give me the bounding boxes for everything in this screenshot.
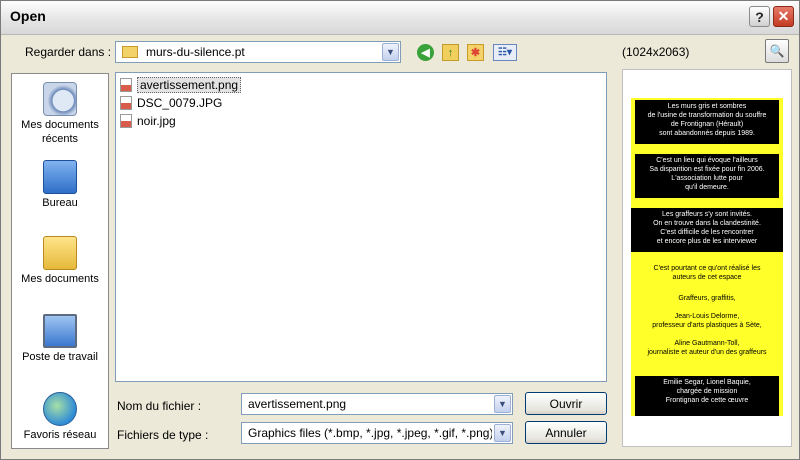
- desktop-icon: [43, 160, 77, 194]
- recent-documents-icon: [43, 82, 77, 116]
- place-label: Mes documents récents: [21, 119, 99, 145]
- preview-text-block: C'est un lieu qui évoque l'ailleurs Sa d…: [635, 154, 779, 198]
- place-label: Favoris réseau: [23, 429, 97, 441]
- cancel-button[interactable]: Annuler: [525, 421, 607, 444]
- preview-text: Les murs gris et sombres de l'usine de t…: [647, 103, 767, 137]
- file-name: avertissement.png: [137, 77, 242, 93]
- filetype-label: Fichiers de type :: [117, 428, 209, 442]
- place-label: Bureau: [42, 197, 78, 209]
- filename-value: avertissement.png: [248, 397, 347, 411]
- image-preview-pane: Les murs gris et sombres de l'usine de t…: [622, 69, 792, 447]
- file-item[interactable]: noir.jpg: [120, 113, 176, 129]
- file-name: noir.jpg: [137, 114, 176, 128]
- look-in-label: Regarder dans :: [25, 45, 112, 59]
- file-item[interactable]: avertissement.png: [120, 77, 242, 93]
- open-dialog: Open ? ✕ Regarder dans : murs-du-silence…: [0, 0, 800, 460]
- folder-icon: [122, 46, 138, 58]
- network-places-icon: [43, 392, 77, 426]
- place-label: Poste de travail: [22, 351, 98, 363]
- filetype-value: Graphics files (*.bmp, *.jpg, *.jpeg, *.…: [248, 426, 492, 440]
- back-icon[interactable]: ◀: [417, 44, 434, 61]
- chevron-down-icon[interactable]: ▼: [382, 43, 399, 61]
- current-folder: murs-du-silence.pt: [146, 45, 245, 59]
- filetype-select[interactable]: Graphics files (*.bmp, *.jpg, *.jpeg, *.…: [241, 422, 513, 444]
- open-button[interactable]: Ouvrir: [525, 392, 607, 415]
- file-list[interactable]: avertissement.png DSC_0079.JPG noir.jpg: [115, 72, 607, 382]
- help-button[interactable]: ?: [749, 6, 770, 27]
- place-label: Mes documents: [21, 273, 99, 285]
- title-bar[interactable]: Open ? ✕: [1, 1, 799, 35]
- place-desktop[interactable]: Bureau: [12, 160, 108, 210]
- image-resolution: (1024x2063): [622, 45, 690, 59]
- filename-input[interactable]: avertissement.png ▼: [241, 393, 513, 415]
- png-file-icon: [120, 78, 132, 92]
- file-name: DSC_0079.JPG: [137, 96, 223, 110]
- new-folder-icon[interactable]: ✱: [467, 44, 484, 61]
- place-network[interactable]: Favoris réseau: [12, 392, 108, 442]
- jpg-file-icon: [120, 114, 132, 128]
- place-recent-documents[interactable]: Mes documents récents: [12, 82, 108, 146]
- place-my-computer[interactable]: Poste de travail: [12, 314, 108, 364]
- preview-text: C'est un lieu qui évoque l'ailleurs Sa d…: [649, 157, 765, 191]
- places-bar: Mes documents récents Bureau Mes documen…: [11, 73, 109, 449]
- views-menu-icon[interactable]: ☷▾: [493, 44, 517, 61]
- preview-text: Graffeurs, graffitis, Jean-Louis Delorme…: [647, 295, 767, 356]
- preview-text-block: Les murs gris et sombres de l'usine de t…: [635, 100, 779, 144]
- place-my-documents[interactable]: Mes documents: [12, 236, 108, 286]
- dialog-title: Open: [10, 8, 46, 24]
- my-computer-icon: [43, 314, 77, 348]
- chevron-down-icon[interactable]: ▼: [494, 395, 511, 413]
- preview-text: Les graffeurs s'y sont invités. On en tr…: [653, 211, 761, 245]
- preview-text: Emilie Segar, Lionel Baquie, chargée de …: [663, 379, 751, 404]
- preview-text-block: Les graffeurs s'y sont invités. On en tr…: [631, 208, 783, 252]
- my-documents-icon: [43, 236, 77, 270]
- filename-label: Nom du fichier :: [117, 399, 202, 413]
- preview-text: C'est pourtant ce qu'ont réalisé les aut…: [653, 265, 761, 281]
- file-item[interactable]: DSC_0079.JPG: [120, 95, 222, 111]
- preview-toggle-button[interactable]: 🔍: [765, 39, 789, 63]
- up-folder-icon[interactable]: ↑: [442, 44, 459, 61]
- chevron-down-icon[interactable]: ▼: [494, 424, 511, 442]
- preview-text-block: Emilie Segar, Lionel Baquie, chargée de …: [635, 376, 779, 416]
- preview-image: Les murs gris et sombres de l'usine de t…: [631, 98, 783, 416]
- close-button[interactable]: ✕: [773, 6, 794, 27]
- jpg-file-icon: [120, 96, 132, 110]
- look-in-dropdown[interactable]: murs-du-silence.pt ▼: [115, 41, 401, 63]
